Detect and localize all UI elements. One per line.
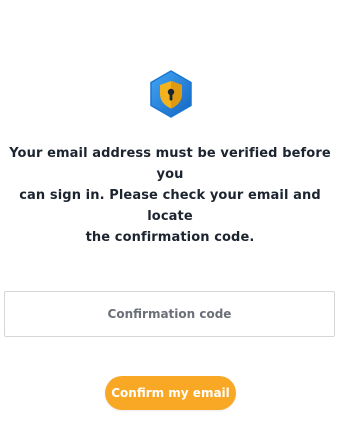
shield-lock-icon: [146, 69, 196, 119]
message-line: Your email address must be verified befo…: [9, 146, 331, 182]
logo-graphic: [150, 70, 192, 118]
confirmation-code-input[interactable]: [4, 291, 335, 337]
confirm-email-button[interactable]: Confirm my email: [105, 376, 236, 410]
message-line: the confirmation code.: [85, 230, 255, 245]
verification-message: Your email address must be verified befo…: [0, 143, 340, 248]
message-line: can sign in. Please check your email and…: [19, 188, 321, 224]
